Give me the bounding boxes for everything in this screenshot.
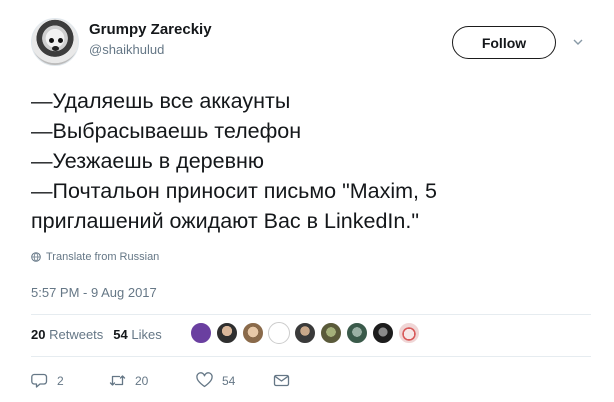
retweet-icon	[109, 375, 126, 386]
follow-button[interactable]: Follow	[452, 26, 556, 59]
direct-message-button[interactable]	[273, 372, 290, 389]
chevron-down-icon[interactable]	[573, 37, 583, 47]
retweets-count: 20	[31, 327, 46, 342]
tweet-actions: 2 20 54	[31, 372, 290, 389]
tweet-stats: 20 Retweets 54 Likes	[31, 327, 162, 342]
avatar-eye	[58, 38, 63, 43]
heart-icon	[196, 372, 213, 388]
user-handle[interactable]: @shaikhulud	[89, 42, 164, 57]
liker-avatar[interactable]	[398, 322, 420, 344]
envelope-icon	[273, 374, 290, 387]
retweet-count: 20	[135, 373, 149, 388]
tweet-text-line: —Удаляешь все аккаунты	[31, 89, 291, 113]
avatar-eye	[49, 38, 54, 43]
user-avatar[interactable]	[31, 18, 79, 66]
liker-avatar[interactable]	[216, 322, 238, 344]
translate-label: Translate from Russian	[46, 251, 160, 263]
avatar-nose	[52, 46, 59, 51]
retweets-stat[interactable]: 20 Retweets	[31, 327, 103, 342]
retweet-button[interactable]: 20	[109, 372, 191, 389]
reply-count: 2	[57, 373, 64, 388]
likes-label: Likes	[131, 327, 162, 342]
tweet-text-line: —Уезжаешь в деревню	[31, 149, 265, 173]
liker-avatar[interactable]	[190, 322, 212, 344]
tweet-text: —Удаляешь все аккаунты —Выбрасываешь тел…	[31, 86, 591, 236]
liker-avatar[interactable]	[268, 322, 290, 344]
like-button[interactable]: 54	[196, 372, 268, 389]
translate-link[interactable]: Translate from Russian	[31, 251, 159, 263]
liker-avatar[interactable]	[320, 322, 342, 344]
like-count: 54	[222, 373, 236, 388]
timestamp[interactable]: 5:57 PM - 9 Aug 2017	[31, 285, 157, 300]
globe-icon	[31, 252, 41, 262]
liker-avatars	[190, 322, 420, 344]
liker-avatar[interactable]	[372, 322, 394, 344]
liker-avatar[interactable]	[242, 322, 264, 344]
reply-icon	[31, 373, 48, 388]
reply-button[interactable]: 2	[31, 372, 86, 389]
tweet-card: Grumpy Zareckiy @shaikhulud Follow —Удал…	[0, 0, 614, 402]
tweet-text-line: приглашений ожидают Вас в LinkedIn."	[31, 209, 419, 233]
retweets-label: Retweets	[49, 327, 104, 342]
display-name[interactable]: Grumpy Zareckiy	[89, 21, 212, 38]
liker-avatar[interactable]	[346, 322, 368, 344]
likes-stat[interactable]: 54 Likes	[113, 327, 161, 342]
likes-count: 54	[113, 327, 128, 342]
liker-avatar[interactable]	[294, 322, 316, 344]
divider	[31, 356, 591, 357]
divider	[31, 314, 591, 315]
tweet-text-line: —Выбрасываешь телефон	[31, 119, 302, 143]
tweet-text-line: —Почтальон приносит письмо "Maxim, 5	[31, 179, 437, 203]
